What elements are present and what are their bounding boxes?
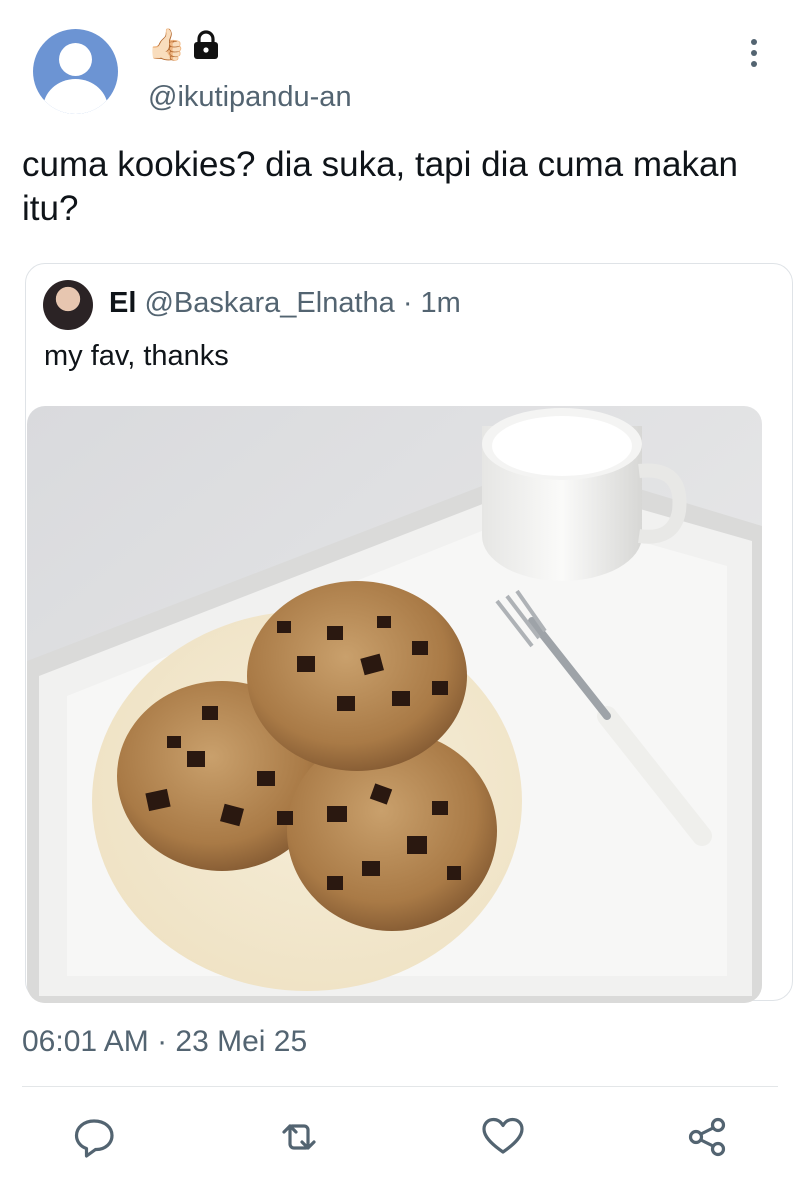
thumbs-up-emoji: 👍🏻: [147, 27, 186, 62]
avatar[interactable]: [33, 29, 118, 114]
heart-icon: [482, 1117, 524, 1154]
share-button[interactable]: [682, 1112, 732, 1162]
avatar-body-shape: [43, 79, 108, 114]
divider: [22, 1086, 778, 1087]
lock-icon: [194, 30, 218, 59]
quoted-user-avatar[interactable]: [43, 280, 93, 330]
reply-button[interactable]: [69, 1112, 119, 1162]
post-text: cuma kookies? dia suka, tapi dia cuma ma…: [22, 145, 738, 228]
reply-icon: [74, 1119, 114, 1158]
like-button[interactable]: [478, 1112, 528, 1162]
cookies-photo-illustration: [27, 406, 762, 1003]
quoted-post-header: El @Baskara_Elnatha · 1m: [109, 287, 461, 320]
user-handle[interactable]: @ikutipandu-an: [148, 81, 352, 114]
more-vertical-icon[interactable]: [747, 38, 761, 68]
quoted-user-handle[interactable]: @Baskara_Elnatha: [144, 287, 394, 319]
quoted-post-time: · 1m: [402, 287, 461, 319]
retweet-button[interactable]: [274, 1112, 324, 1162]
quoted-post-photo[interactable]: [27, 406, 762, 1003]
post-timestamp: 06:01 AM · 23 Mei 25: [22, 1025, 308, 1058]
quoted-user-name[interactable]: El: [109, 287, 136, 319]
share-icon: [688, 1117, 726, 1157]
avatar-head-shape: [59, 43, 92, 76]
quoted-post-text: my fav, thanks: [44, 340, 229, 372]
retweet-icon: [282, 1124, 316, 1150]
